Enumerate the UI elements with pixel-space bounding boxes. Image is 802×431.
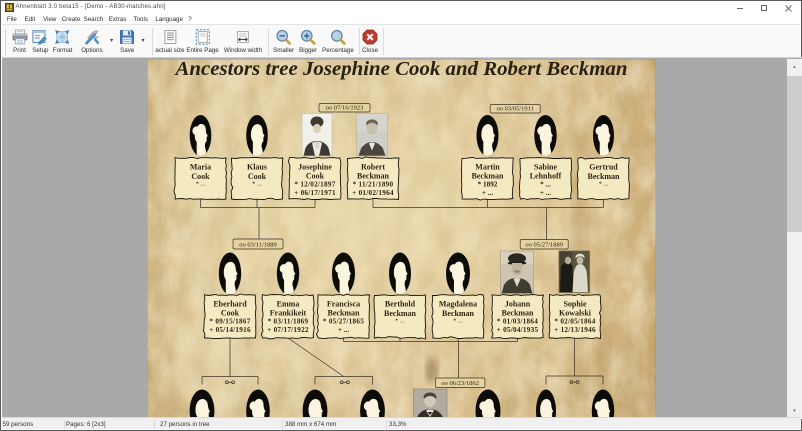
- svg-text:* ...: * ...: [196, 181, 206, 188]
- svg-text:Maria: Maria: [190, 163, 211, 172]
- svg-text:+ 07/17/1922: + 07/17/1922: [267, 326, 309, 334]
- svg-text:* ...: * ...: [599, 181, 609, 188]
- svg-text:Robert: Robert: [361, 163, 385, 172]
- svg-text:+ 06/17/1971: + 06/17/1971: [294, 189, 336, 197]
- svg-text:oo 05/27/1889: oo 05/27/1889: [525, 242, 563, 249]
- svg-text:+ 12/13/1946: + 12/13/1946: [554, 326, 596, 334]
- svg-text:* ...: * ...: [453, 318, 463, 325]
- svg-text:* 03/11/1869: * 03/11/1869: [268, 318, 309, 326]
- svg-text:* ...: * ...: [252, 181, 262, 188]
- svg-text:+ 01/02/1964: + 01/02/1964: [352, 189, 394, 197]
- svg-text:+ ...: + ...: [540, 189, 551, 197]
- svg-text:* 1892: * 1892: [478, 181, 498, 189]
- svg-text:Lehnhoff: Lehnhoff: [530, 172, 562, 181]
- svg-text:Magdalena: Magdalena: [439, 300, 477, 309]
- svg-text:* 12/02/1897: * 12/02/1897: [294, 181, 335, 189]
- svg-text:oo 03/11/1889: oo 03/11/1889: [239, 242, 277, 249]
- svg-text:Beckman: Beckman: [472, 172, 505, 181]
- svg-text:Eberhard: Eberhard: [213, 300, 247, 309]
- svg-text:Klaus: Klaus: [247, 163, 267, 172]
- svg-text:Ancestors tree Josephine Cook: Ancestors tree Josephine Cook and Robert…: [173, 59, 627, 80]
- svg-text:* 11/21/1890: * 11/21/1890: [353, 181, 394, 189]
- svg-text:Sophie: Sophie: [563, 300, 587, 309]
- svg-text:* 02/05/1864: * 02/05/1864: [554, 318, 595, 326]
- svg-text:oo 06/23/1862: oo 06/23/1862: [441, 380, 479, 387]
- svg-text:+ 05/04/1935: + 05/04/1935: [497, 326, 539, 334]
- svg-text:* ...: * ...: [395, 318, 405, 325]
- svg-text:Beckman: Beckman: [502, 309, 535, 318]
- svg-text:Sabine: Sabine: [534, 163, 558, 172]
- svg-text:Beckman: Beckman: [357, 172, 390, 181]
- svg-text:Gertrud: Gertrud: [589, 163, 618, 172]
- svg-text:oo 07/16/1923: oo 07/16/1923: [326, 105, 364, 112]
- svg-text:* ...: * ...: [540, 181, 551, 189]
- svg-text:+ ...: + ...: [338, 326, 349, 334]
- svg-text:Martin: Martin: [475, 163, 500, 172]
- svg-text:+ 05/14/1916: + 05/14/1916: [209, 326, 251, 334]
- svg-text:Josephine: Josephine: [298, 163, 332, 172]
- svg-text:oo 03/05/1911: oo 03/05/1911: [496, 106, 534, 113]
- svg-text:Berthold: Berthold: [385, 300, 416, 309]
- svg-text:Kowalski: Kowalski: [559, 309, 592, 318]
- svg-text:Beckman: Beckman: [328, 309, 361, 318]
- svg-text:Emma: Emma: [277, 300, 300, 309]
- svg-text:Francisca: Francisca: [327, 300, 360, 309]
- svg-text:* 05/27/1865: * 05/27/1865: [323, 318, 364, 326]
- svg-text:+ ...: + ...: [482, 189, 493, 197]
- svg-text:* 09/15/1867: * 09/15/1867: [209, 318, 250, 326]
- svg-text:Cook: Cook: [221, 309, 240, 318]
- svg-text:* 01/03/1864: * 01/03/1864: [497, 318, 538, 326]
- svg-text:Cook: Cook: [306, 172, 325, 181]
- svg-text:Frankikeit: Frankikeit: [270, 309, 307, 318]
- svg-text:Johann: Johann: [505, 300, 531, 309]
